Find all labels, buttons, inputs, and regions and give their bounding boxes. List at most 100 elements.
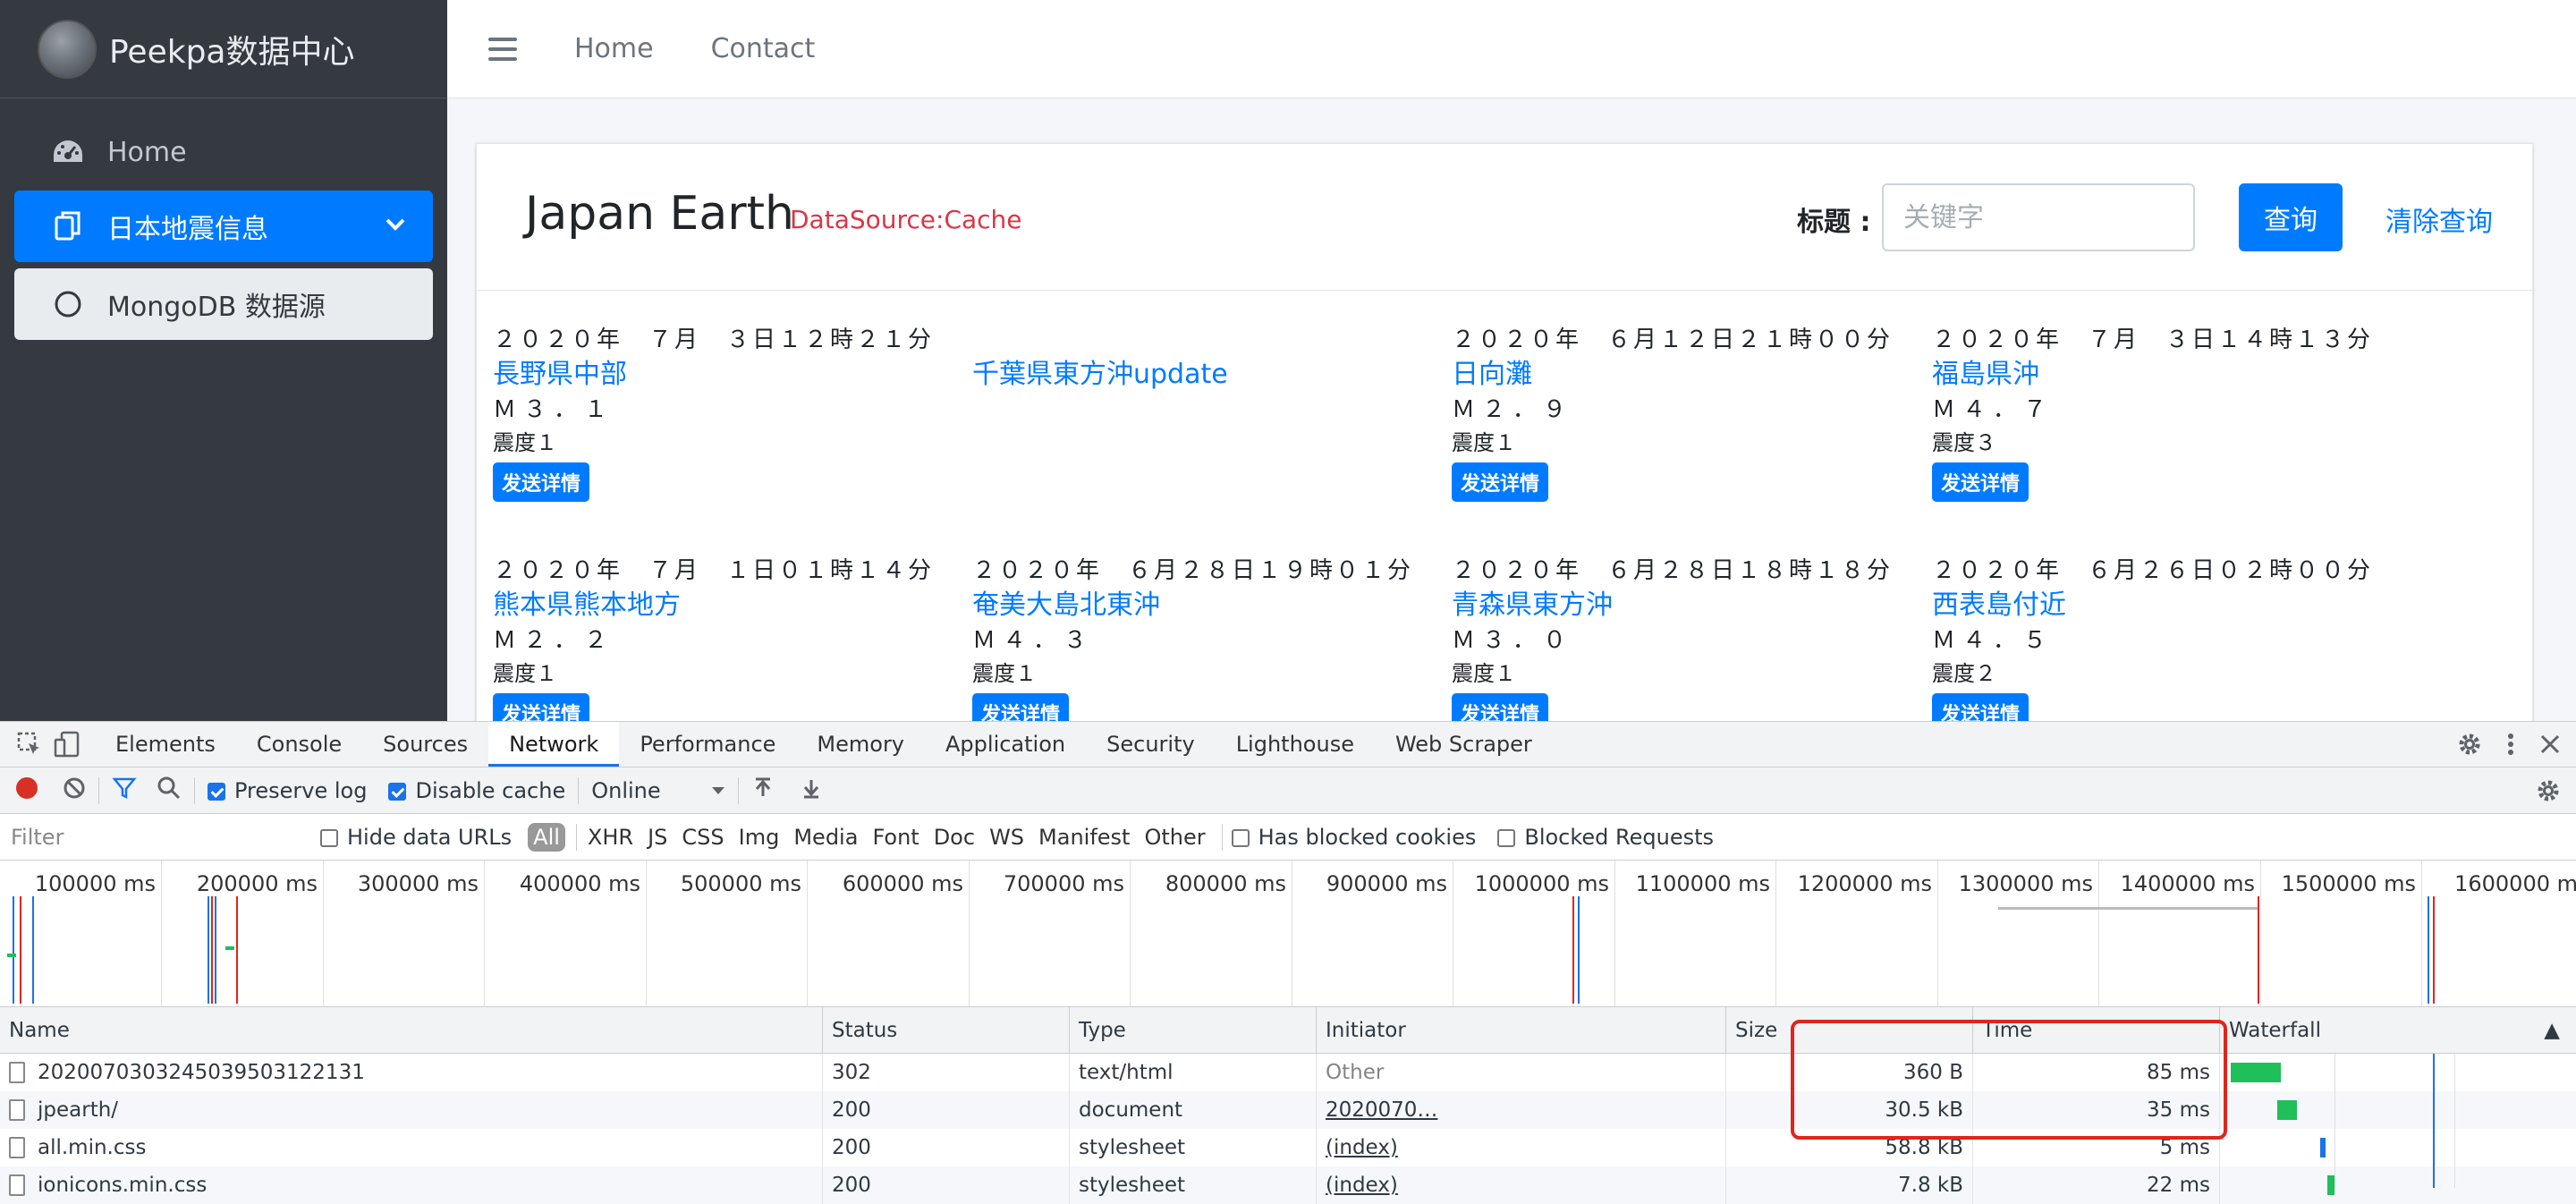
network-overview-timeline[interactable]: 100000 ms 200000 ms 300000 ms 400000 ms 5000… <box>0 861 2576 1007</box>
overview-grid-line <box>807 861 808 1006</box>
close-icon[interactable] <box>2538 733 2562 759</box>
preserve-log-checkbox[interactable]: Preserve log <box>208 778 367 803</box>
tab-console[interactable]: Console <box>236 722 362 767</box>
filter-type-manifest[interactable]: Manifest <box>1038 825 1130 850</box>
chevron-down-icon[interactable] <box>383 212 408 244</box>
toolbar-divider <box>738 776 740 804</box>
quake-place-link[interactable]: 青森県東方沖 <box>1452 582 1917 621</box>
overview-request-marker <box>20 896 21 1004</box>
tab-security[interactable]: Security <box>1086 722 1216 767</box>
cell-initiator[interactable]: (index) <box>1317 1129 1726 1166</box>
blocked-requests-checkbox[interactable]: Blocked Requests <box>1497 825 1714 850</box>
cell-type: text/html <box>1070 1054 1317 1091</box>
sidebar-item-mongodb[interactable]: MongoDB 数据源 <box>14 268 433 340</box>
search-input[interactable] <box>1882 183 2195 251</box>
record-icon[interactable] <box>14 776 39 806</box>
quake-place-link[interactable]: 熊本県熊本地方 <box>493 582 958 621</box>
main-content: Japan Earth DataSource:Cache 标题 : 查询 清除查… <box>447 98 2576 769</box>
search-icon[interactable] <box>157 776 182 806</box>
disable-cache-checkbox[interactable]: Disable cache <box>388 778 565 803</box>
query-button[interactable]: 查询 <box>2239 183 2343 251</box>
column-header-type[interactable]: Type <box>1070 1007 1317 1053</box>
tab-lighthouse[interactable]: Lighthouse <box>1216 722 1375 767</box>
search-label: 标题 : <box>1797 207 1871 238</box>
quake-place-link[interactable]: 日向灘 <box>1452 352 1917 390</box>
filter-type-media[interactable]: Media <box>793 825 858 850</box>
filter-type-css[interactable]: CSS <box>682 825 724 850</box>
topnav-link-home[interactable]: Home <box>574 33 654 64</box>
cell-size: 7.8 kB <box>1726 1166 1973 1204</box>
tab-memory[interactable]: Memory <box>796 722 925 767</box>
file-icon <box>9 1062 25 1083</box>
column-header-initiator[interactable]: Initiator <box>1317 1007 1726 1053</box>
tab-web-scraper[interactable]: Web Scraper <box>1375 722 1553 767</box>
settings-gear-icon[interactable] <box>2456 731 2483 761</box>
cell-initiator[interactable]: (index) <box>1317 1166 1726 1204</box>
quake-place-link[interactable]: 長野県中部 <box>493 352 958 390</box>
has-blocked-cookies-checkbox[interactable]: Has blocked cookies <box>1231 825 1476 850</box>
overview-tick-label: 900000 ms <box>1326 871 1447 896</box>
device-toolbar-icon[interactable] <box>54 731 80 758</box>
tab-elements[interactable]: Elements <box>95 722 236 767</box>
brand[interactable]: Peekpa数据中心 <box>0 0 447 98</box>
send-detail-button[interactable]: 发送详情 <box>1452 462 1549 502</box>
send-detail-button[interactable]: 发送详情 <box>493 462 590 502</box>
overview-tick-label: 600000 ms <box>842 871 963 896</box>
filter-type-xhr[interactable]: XHR <box>588 825 633 850</box>
toolbar-divider <box>98 776 99 804</box>
quake-place-link[interactable]: 西表島付近 <box>1932 582 2397 621</box>
more-vertical-icon[interactable] <box>2506 731 2515 761</box>
devtools-window-controls <box>2456 731 2562 761</box>
topnav-link-contact[interactable]: Contact <box>711 33 816 64</box>
export-har-icon[interactable] <box>800 776 823 805</box>
filter-type-ws[interactable]: WS <box>989 825 1024 850</box>
table-row[interactable]: ionicons.min.css 200 stylesheet (index) … <box>0 1166 2576 1204</box>
clear-log-icon[interactable] <box>63 776 86 805</box>
quake-date: ２０２０年 ６月２６日０２時００分 <box>1932 557 2374 584</box>
throttling-value: Online <box>591 777 661 803</box>
sidebar-item-home[interactable]: Home <box>14 116 433 188</box>
cell-type: stylesheet <box>1070 1129 1317 1166</box>
filter-type-font[interactable]: Font <box>872 825 919 850</box>
overview-tick-label: 200000 ms <box>196 871 318 896</box>
overview-grid-line <box>1614 861 1615 1006</box>
hide-data-urls-checkbox[interactable]: Hide data URLs <box>320 825 512 850</box>
send-detail-button[interactable]: 发送详情 <box>1932 462 2029 502</box>
hide-data-urls-label: Hide data URLs <box>347 824 513 850</box>
throttling-select[interactable]: Online <box>591 778 725 803</box>
filter-divider <box>575 823 577 851</box>
filter-type-js[interactable]: JS <box>648 825 667 850</box>
overview-grid-line <box>484 861 485 1006</box>
request-name: jpearth/ <box>38 1098 119 1122</box>
filter-type-all[interactable]: All <box>528 822 565 852</box>
quake-date: ２０２０年 ７月 ３日１４時１３分 <box>1932 326 2374 353</box>
column-header-waterfall[interactable]: Waterfall ▲ <box>2220 1007 2576 1053</box>
inspect-element-icon[interactable] <box>16 731 43 758</box>
filter-type-other[interactable]: Other <box>1144 825 1205 850</box>
clear-query-button[interactable]: 清除查询 <box>2385 199 2493 239</box>
overview-tick-label: 1000000 ms <box>1474 871 1609 896</box>
tab-performance[interactable]: Performance <box>619 722 796 767</box>
filter-type-img[interactable]: Img <box>739 825 780 850</box>
waterfall-bar <box>2277 1100 2297 1120</box>
quake-date: ２０２０年 ６月２８日１９時０１分 <box>972 557 1414 584</box>
quake-place-link[interactable]: 福島県沖 <box>1932 352 2397 390</box>
quake-place-link[interactable]: 奄美大島北東沖 <box>972 582 1437 621</box>
network-settings-gear-icon[interactable] <box>2535 777 2562 810</box>
column-header-status[interactable]: Status <box>823 1007 1070 1053</box>
filter-input[interactable] <box>0 818 295 855</box>
filter-type-doc[interactable]: Doc <box>934 825 975 850</box>
cell-initiator[interactable]: 2020070… <box>1317 1091 1726 1129</box>
tab-network[interactable]: Network <box>488 722 620 767</box>
quake-item: ２０２０年 ７月 １日０１時１４分 熊本県熊本地方 Ｍ２．２ 震度１ 发送详情 <box>493 552 958 733</box>
quake-place-link[interactable]: 千葉県東方沖update <box>972 352 1437 390</box>
column-header-name[interactable]: Name <box>0 1007 823 1053</box>
tab-application[interactable]: Application <box>925 722 1086 767</box>
filter-funnel-icon[interactable] <box>112 776 137 806</box>
toolbar-divider <box>578 776 580 804</box>
hamburger-menu-icon[interactable] <box>488 37 517 61</box>
cell-type: stylesheet <box>1070 1166 1317 1204</box>
sidebar-item-japan-earthquake[interactable]: 日本地震信息 <box>14 191 433 262</box>
tab-sources[interactable]: Sources <box>362 722 488 767</box>
import-har-icon[interactable] <box>751 776 775 805</box>
